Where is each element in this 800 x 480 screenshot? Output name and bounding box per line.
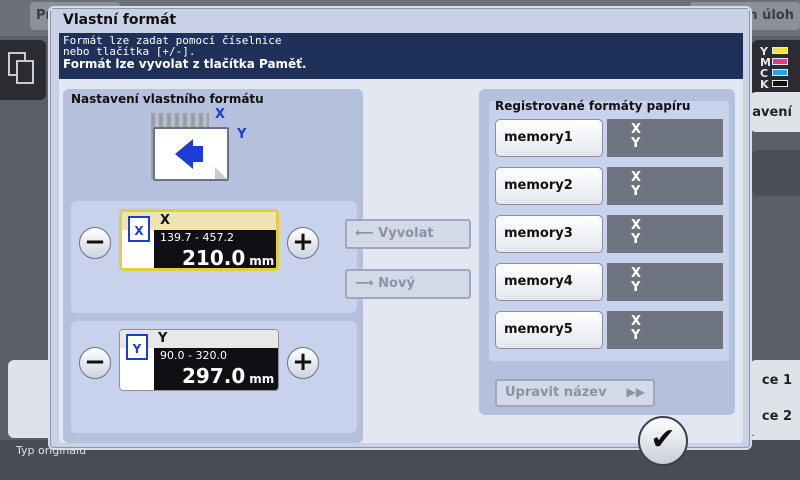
y-field-name: Y	[158, 331, 168, 346]
memory2-button[interactable]: memory2	[495, 167, 603, 205]
y-plus-button[interactable]: +	[287, 347, 319, 379]
y-value-field[interactable]: Y Y 90.0 - 320.0 297.0 mm	[119, 329, 279, 391]
bg-settings-button: nastavení	[720, 92, 800, 132]
y-minus-button[interactable]: −	[79, 347, 111, 379]
registered-formats-panel: Registrované formáty papíru memory1 XY m…	[479, 89, 735, 415]
memory4-values: XY	[607, 263, 723, 301]
paper-orientation-illustration: X Y	[151, 107, 261, 201]
x-dimension-box: − X X 139.7 - 457.2 210.0 mm +	[71, 201, 357, 313]
memory1-values: XY	[607, 119, 723, 157]
memory3-button[interactable]: memory3	[495, 215, 603, 253]
dialog-title: Vlastní formát	[51, 9, 749, 33]
height-dimension-icon: Y	[126, 334, 148, 360]
custom-format-dialog: Vlastní formát Formát lze zadat pomocí č…	[50, 8, 750, 448]
axis-x-label: X	[215, 107, 226, 122]
y-dimension-box: − Y Y 90.0 - 320.0 297.0 mm +	[71, 321, 357, 433]
memory5-values: XY	[607, 311, 723, 349]
bg-page-icon	[752, 150, 800, 196]
width-dimension-icon: X	[128, 216, 150, 242]
message-line-2: nebo tlačítka [+/-].	[63, 45, 196, 58]
toner-indicator: Y M C K	[752, 40, 800, 96]
y-value: 297.0 mm	[154, 362, 278, 390]
registered-formats-title: Registrované formáty papíru	[495, 99, 691, 113]
axis-y-label: Y	[237, 127, 247, 142]
custom-size-title: Nastavení vlastního formátu	[71, 92, 264, 106]
recall-button[interactable]: ⟵ Vyvolat	[345, 219, 471, 249]
message-bar: Formát lze zadat pomocí číselnice nebo t…	[59, 33, 743, 79]
arrow-left-icon: ⟵	[355, 226, 379, 241]
ok-button[interactable]: ✔	[638, 416, 688, 466]
x-value-field[interactable]: X X 139.7 - 457.2 210.0 mm	[119, 209, 279, 271]
memory3-values: XY	[607, 215, 723, 253]
message-line-3: Formát lze vyvolat z tlačítka Paměť.	[63, 57, 307, 71]
copy-icon-tile	[0, 40, 46, 100]
dialog-content: Nastavení vlastního formátu X Y − X X 13…	[59, 79, 743, 443]
x-plus-button[interactable]: +	[287, 227, 319, 259]
new-button[interactable]: ⟶ Nový	[345, 269, 471, 299]
rename-button[interactable]: Upravit název ▶▶	[495, 379, 655, 407]
arrow-right-icon: ⟶	[355, 276, 379, 291]
memory5-button[interactable]: memory5	[495, 311, 603, 349]
custom-size-panel: Nastavení vlastního formátu X Y − X X 13…	[63, 89, 363, 443]
x-value: 210.0 mm	[154, 244, 276, 268]
x-minus-button[interactable]: −	[79, 227, 111, 259]
bg-button-1: ce 1	[750, 360, 800, 400]
memory4-button[interactable]: memory4	[495, 263, 603, 301]
fast-forward-icon: ▶▶	[626, 385, 645, 399]
x-field-name: X	[160, 213, 171, 228]
bg-button-2: ce 2	[750, 396, 800, 436]
memory1-button[interactable]: memory1	[495, 119, 603, 157]
memory2-values: XY	[607, 167, 723, 205]
